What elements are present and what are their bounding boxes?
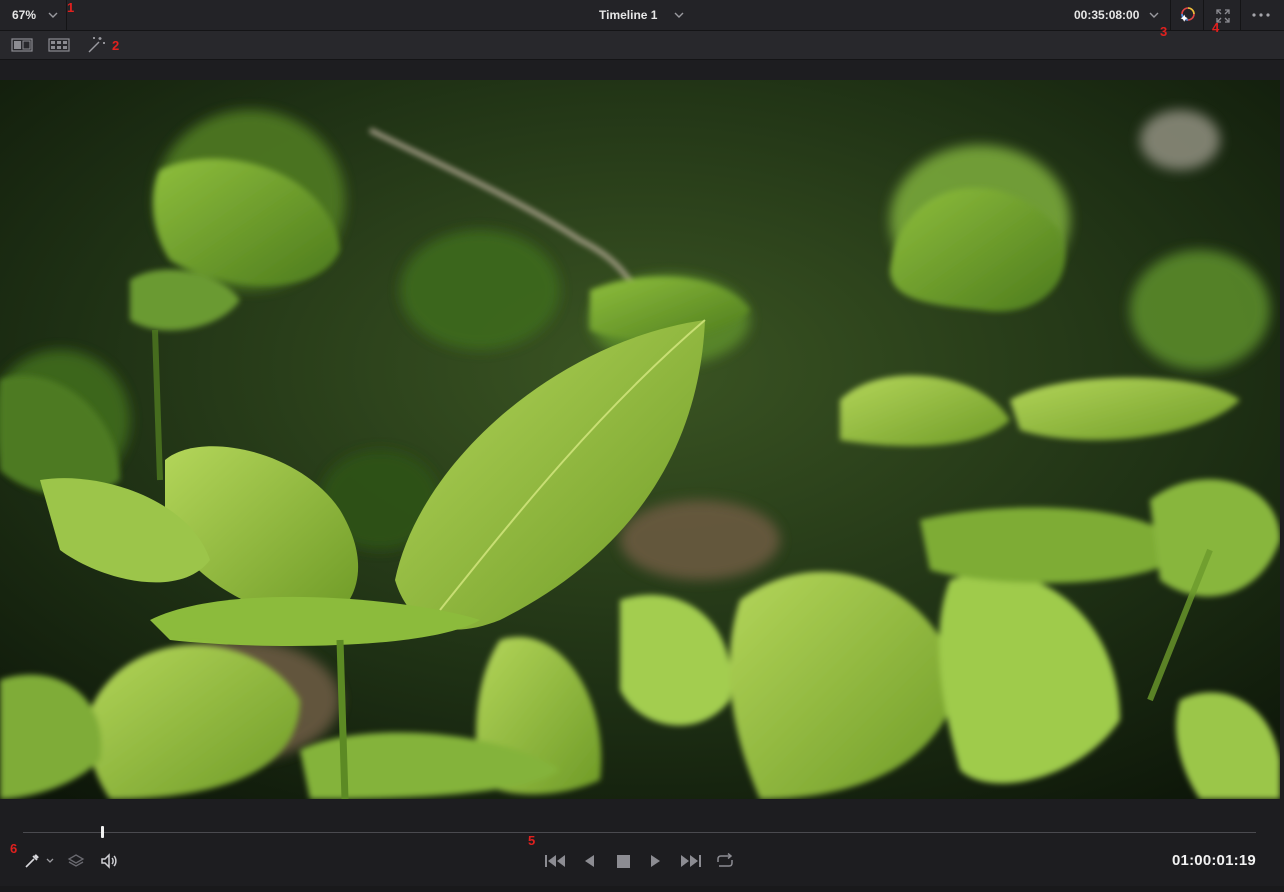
callout-label: 3 bbox=[1160, 24, 1168, 39]
chevron-down-icon[interactable] bbox=[44, 855, 56, 867]
chevron-down-icon[interactable] bbox=[1148, 9, 1160, 21]
layers-icon[interactable] bbox=[66, 851, 86, 871]
zoom-level[interactable]: 67% bbox=[12, 8, 36, 22]
callout-label: 4 bbox=[1212, 20, 1220, 35]
divider bbox=[1240, 0, 1241, 31]
chevron-down-icon[interactable] bbox=[47, 9, 59, 21]
dual-viewer-icon[interactable] bbox=[48, 37, 70, 53]
speaker-icon[interactable] bbox=[99, 851, 119, 871]
skip-back-icon[interactable] bbox=[543, 852, 567, 870]
footer-divider bbox=[0, 886, 1284, 892]
divider bbox=[1203, 0, 1204, 31]
viewer-top-gap bbox=[0, 60, 1284, 80]
source-timecode[interactable]: 00:35:08:00 bbox=[1074, 8, 1139, 22]
viewer-header: 67% Timeline 1 00:35:08:00 bbox=[0, 0, 1284, 31]
play-reverse-icon[interactable] bbox=[580, 852, 598, 870]
video-viewer[interactable] bbox=[0, 80, 1280, 799]
skip-forward-icon[interactable] bbox=[679, 852, 703, 870]
single-viewer-icon[interactable] bbox=[11, 37, 33, 53]
viewer-right-edge bbox=[1280, 60, 1284, 800]
viewer-toolbar bbox=[0, 31, 1284, 60]
callout-label: 2 bbox=[112, 38, 120, 53]
play-icon[interactable] bbox=[647, 852, 665, 870]
color-wheel-icon[interactable] bbox=[1176, 4, 1198, 26]
callout-label: 5 bbox=[528, 833, 536, 848]
magic-wand-icon[interactable] bbox=[85, 35, 107, 55]
ellipsis-icon[interactable] bbox=[1250, 6, 1272, 24]
scrubber-track[interactable] bbox=[23, 832, 1256, 833]
eyedropper-icon[interactable] bbox=[22, 851, 42, 871]
timeline-selector[interactable]: Timeline 1 bbox=[599, 8, 657, 22]
loop-icon[interactable] bbox=[713, 851, 737, 871]
callout-label: 6 bbox=[10, 841, 18, 856]
transport-bar bbox=[0, 799, 1284, 892]
stop-icon[interactable] bbox=[614, 852, 632, 870]
video-frame-image bbox=[0, 80, 1280, 799]
chevron-down-icon[interactable] bbox=[673, 9, 685, 21]
callout-label: 1 bbox=[67, 0, 75, 15]
scrubber-playhead[interactable] bbox=[100, 826, 104, 838]
record-timecode: 01:00:01:19 bbox=[1172, 852, 1256, 869]
divider bbox=[1170, 0, 1171, 31]
